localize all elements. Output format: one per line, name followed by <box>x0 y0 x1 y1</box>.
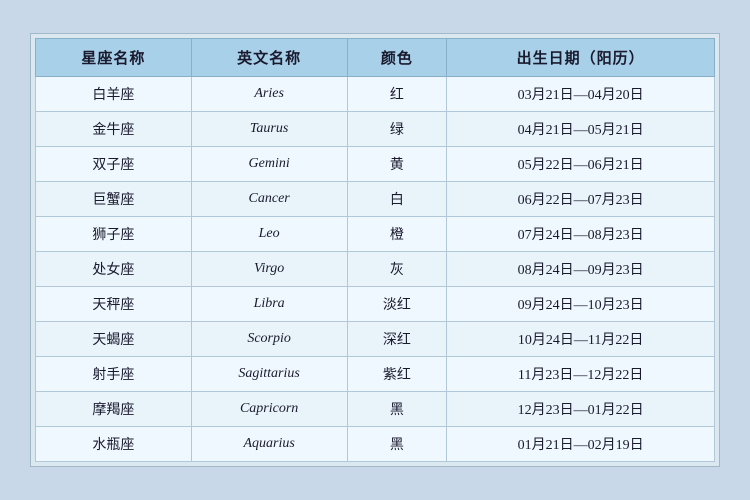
cell-row8-col1: Sagittarius <box>191 357 347 392</box>
cell-row1-col2: 绿 <box>347 112 447 147</box>
cell-row6-col0: 天秤座 <box>36 287 192 322</box>
table-row: 天蝎座Scorpio深红10月24日—11月22日 <box>36 322 715 357</box>
cell-row5-col2: 灰 <box>347 252 447 287</box>
cell-row9-col2: 黑 <box>347 392 447 427</box>
table-row: 巨蟹座Cancer白06月22日—07月23日 <box>36 182 715 217</box>
cell-row0-col0: 白羊座 <box>36 77 192 112</box>
cell-row4-col2: 橙 <box>347 217 447 252</box>
cell-row10-col1: Aquarius <box>191 427 347 462</box>
cell-row2-col2: 黄 <box>347 147 447 182</box>
cell-row4-col1: Leo <box>191 217 347 252</box>
cell-row1-col3: 04月21日—05月21日 <box>447 112 715 147</box>
table-row: 金牛座Taurus绿04月21日—05月21日 <box>36 112 715 147</box>
cell-row6-col3: 09月24日—10月23日 <box>447 287 715 322</box>
zodiac-table: 星座名称英文名称颜色出生日期（阳历） 白羊座Aries红03月21日—04月20… <box>35 38 715 462</box>
zodiac-table-container: 星座名称英文名称颜色出生日期（阳历） 白羊座Aries红03月21日—04月20… <box>30 33 720 467</box>
cell-row3-col1: Cancer <box>191 182 347 217</box>
cell-row0-col2: 红 <box>347 77 447 112</box>
table-row: 狮子座Leo橙07月24日—08月23日 <box>36 217 715 252</box>
header-col-0: 星座名称 <box>36 39 192 77</box>
cell-row5-col0: 处女座 <box>36 252 192 287</box>
cell-row1-col0: 金牛座 <box>36 112 192 147</box>
cell-row10-col2: 黑 <box>347 427 447 462</box>
cell-row7-col2: 深红 <box>347 322 447 357</box>
cell-row8-col2: 紫红 <box>347 357 447 392</box>
cell-row6-col2: 淡红 <box>347 287 447 322</box>
cell-row3-col0: 巨蟹座 <box>36 182 192 217</box>
cell-row9-col3: 12月23日—01月22日 <box>447 392 715 427</box>
cell-row2-col0: 双子座 <box>36 147 192 182</box>
cell-row2-col3: 05月22日—06月21日 <box>447 147 715 182</box>
cell-row0-col1: Aries <box>191 77 347 112</box>
table-row: 处女座Virgo灰08月24日—09月23日 <box>36 252 715 287</box>
table-row: 白羊座Aries红03月21日—04月20日 <box>36 77 715 112</box>
cell-row5-col1: Virgo <box>191 252 347 287</box>
cell-row4-col0: 狮子座 <box>36 217 192 252</box>
cell-row3-col3: 06月22日—07月23日 <box>447 182 715 217</box>
header-col-2: 颜色 <box>347 39 447 77</box>
cell-row2-col1: Gemini <box>191 147 347 182</box>
cell-row10-col0: 水瓶座 <box>36 427 192 462</box>
table-row: 射手座Sagittarius紫红11月23日—12月22日 <box>36 357 715 392</box>
table-row: 天秤座Libra淡红09月24日—10月23日 <box>36 287 715 322</box>
header-col-3: 出生日期（阳历） <box>447 39 715 77</box>
cell-row8-col3: 11月23日—12月22日 <box>447 357 715 392</box>
cell-row9-col1: Capricorn <box>191 392 347 427</box>
cell-row1-col1: Taurus <box>191 112 347 147</box>
cell-row9-col0: 摩羯座 <box>36 392 192 427</box>
header-col-1: 英文名称 <box>191 39 347 77</box>
cell-row8-col0: 射手座 <box>36 357 192 392</box>
cell-row7-col0: 天蝎座 <box>36 322 192 357</box>
cell-row7-col3: 10月24日—11月22日 <box>447 322 715 357</box>
cell-row5-col3: 08月24日—09月23日 <box>447 252 715 287</box>
table-body: 白羊座Aries红03月21日—04月20日金牛座Taurus绿04月21日—0… <box>36 77 715 462</box>
table-row: 水瓶座Aquarius黑01月21日—02月19日 <box>36 427 715 462</box>
cell-row0-col3: 03月21日—04月20日 <box>447 77 715 112</box>
table-row: 摩羯座Capricorn黑12月23日—01月22日 <box>36 392 715 427</box>
cell-row3-col2: 白 <box>347 182 447 217</box>
cell-row7-col1: Scorpio <box>191 322 347 357</box>
cell-row4-col3: 07月24日—08月23日 <box>447 217 715 252</box>
cell-row10-col3: 01月21日—02月19日 <box>447 427 715 462</box>
cell-row6-col1: Libra <box>191 287 347 322</box>
table-header-row: 星座名称英文名称颜色出生日期（阳历） <box>36 39 715 77</box>
table-row: 双子座Gemini黄05月22日—06月21日 <box>36 147 715 182</box>
